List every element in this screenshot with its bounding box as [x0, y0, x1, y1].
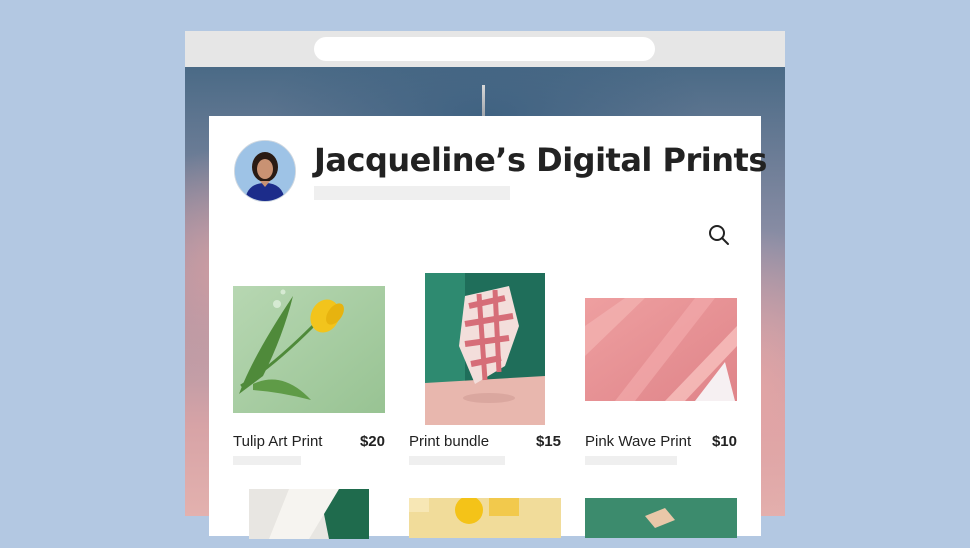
product-meta-placeholder: [409, 456, 505, 465]
search-button[interactable]: [707, 223, 731, 247]
product-thumbnail[interactable]: [409, 266, 561, 426]
product-image: [585, 498, 737, 538]
product-card[interactable]: Tulip Art Print $20: [233, 266, 385, 466]
product-price: $20: [359, 433, 385, 450]
print-bundle-image: [425, 273, 545, 425]
tulip-art-image: [233, 286, 385, 413]
avatar: [234, 140, 296, 202]
product-thumbnail[interactable]: [585, 498, 737, 548]
shop-title: Jacqueline’s Digital Prints: [314, 141, 767, 179]
product-image: [409, 498, 561, 538]
shop-subtitle-placeholder: [314, 186, 510, 200]
product-meta-placeholder: [233, 456, 301, 465]
product-thumbnail[interactable]: [409, 498, 561, 548]
banner-spire: [482, 85, 485, 119]
product-name[interactable]: Tulip Art Print: [233, 433, 322, 450]
product-meta-placeholder: [585, 456, 677, 465]
product-name[interactable]: Pink Wave Print: [585, 433, 691, 450]
product-thumbnail[interactable]: [233, 266, 385, 426]
product-price: $10: [711, 433, 737, 450]
product-image: [249, 489, 369, 539]
search-icon: [709, 225, 729, 245]
product-thumbnail[interactable]: [585, 266, 737, 426]
pink-wave-image: [585, 298, 737, 401]
shop-card: Jacqueline’s Digital Prints Tulip Art Pr…: [209, 116, 767, 539]
product-card[interactable]: Pink Wave Print $10: [585, 266, 737, 466]
avatar-portrait: [235, 141, 295, 201]
product-name[interactable]: Print bundle: [409, 433, 489, 450]
product-card[interactable]: Print bundle $15: [409, 266, 561, 466]
product-price: $15: [535, 433, 561, 450]
address-bar[interactable]: [314, 37, 655, 61]
browser-toolbar: [185, 31, 785, 67]
product-thumbnail[interactable]: [249, 489, 369, 539]
